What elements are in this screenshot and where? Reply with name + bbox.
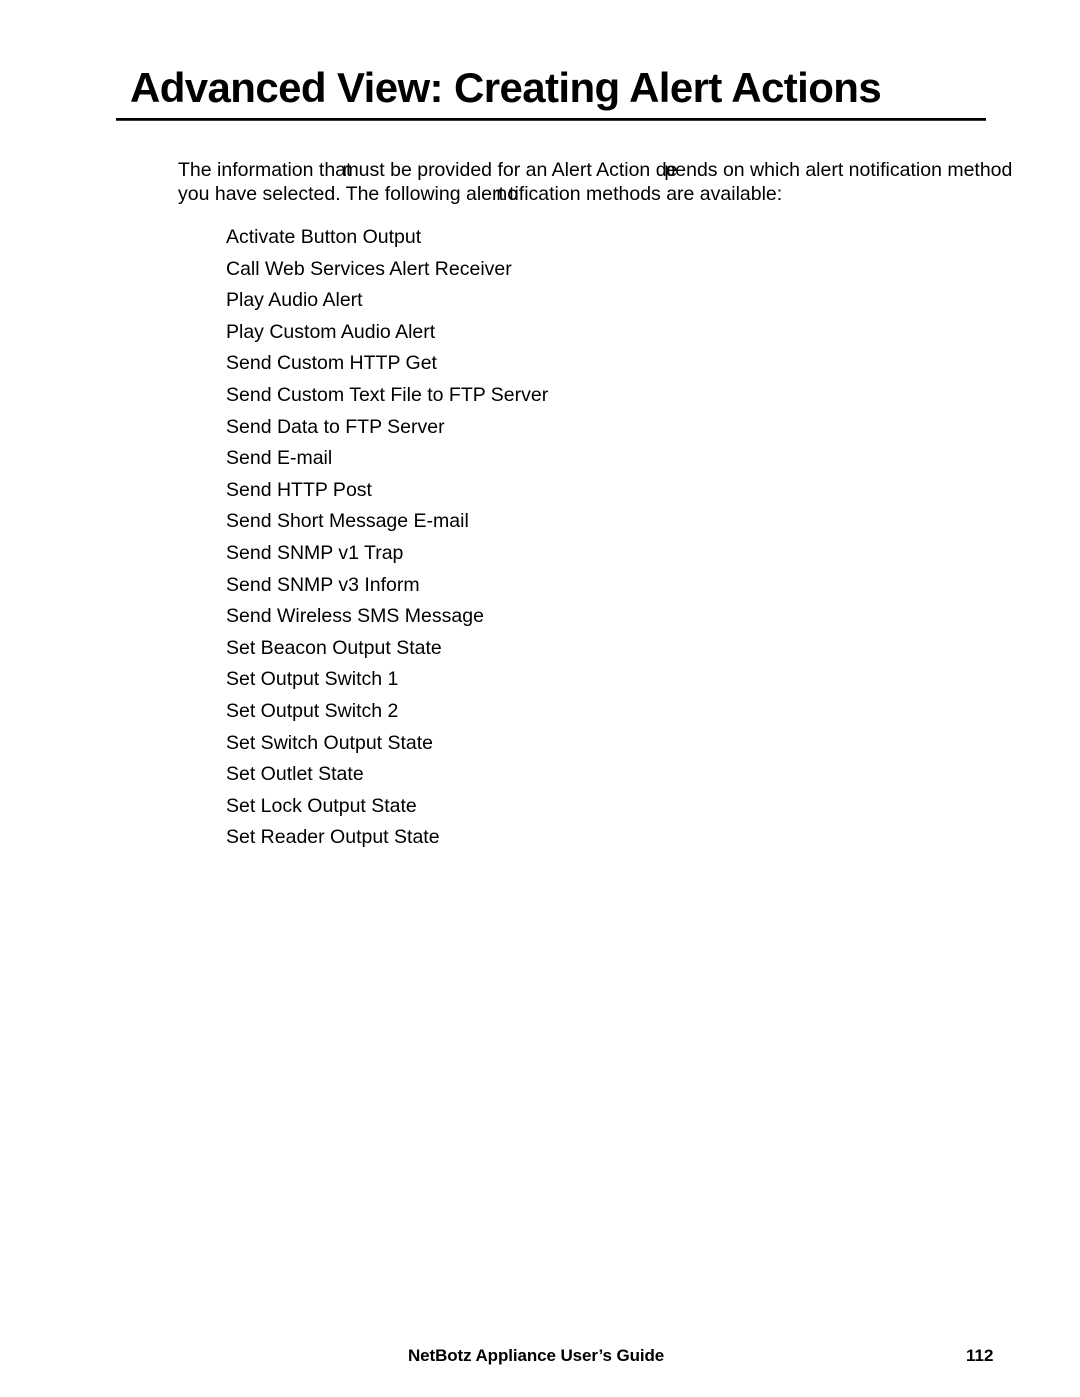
list-item: Set Beacon Output State [226, 636, 442, 659]
page-title: Advanced View: Creating Alert Actions [130, 64, 882, 111]
list-item: Send SNMP v3 Inform [226, 573, 420, 596]
title-block: Advanced View: Creating Alert Actions [116, 62, 986, 121]
footer-guide-title: NetBotz Appliance User’s Guide [408, 1346, 665, 1365]
list-item: Send Short Message E-mail [226, 510, 469, 533]
list-item: Send SNMP v1 Trap [226, 541, 404, 564]
intro-line-1-segment-a: The information that [178, 159, 352, 181]
list-item: Set Output Switch 1 [226, 668, 399, 691]
intro-line-1: The information thatmust be provided for… [178, 158, 1012, 182]
list-item: Send Custom HTTP Get [226, 352, 437, 375]
list-item: Set Switch Output State [226, 731, 434, 754]
list-item: Call Web Services Alert Receiver [226, 257, 512, 280]
list-item: Send Wireless SMS Message [226, 605, 484, 628]
list-item: Send Data to FTP Server [226, 415, 445, 438]
intro-line-2: you have selected. The following alert n… [178, 182, 1008, 206]
list-item: Send E-mail [226, 447, 333, 470]
intro-line-1-segment-d: pends on which alert notification method [664, 159, 1013, 181]
list-item: Set Reader Output State [226, 826, 440, 849]
list-item: Play Custom Audio Alert [226, 320, 436, 343]
list-item: Set Lock Output State [226, 794, 417, 817]
intro-line-2-segment-a: you have selected. The following [178, 183, 466, 205]
list-item: Set Output Switch 2 [226, 699, 399, 722]
intro-line-2-segment-d: tification methods are available: [509, 183, 783, 205]
alert-notification-method-list: Activate Button Output Call Web Services… [226, 222, 946, 854]
list-item: Set Outlet State [226, 763, 364, 786]
intro-line-1-segment-b: must be provided for an Alert Action [342, 159, 656, 181]
document-page: Advanced View: Creating Alert Actions Th… [0, 0, 1080, 1397]
list-item: Activate Button Output [226, 226, 422, 248]
list-item: Play Audio Alert [226, 289, 363, 312]
list-item: Send HTTP Post [226, 478, 372, 501]
footer-page-number: 112 [966, 1346, 994, 1365]
intro-paragraph: The information thatmust be provided for… [178, 158, 1012, 206]
list-item: Send Custom Text File to FTP Server [226, 383, 549, 406]
title-divider [116, 118, 986, 121]
page-footer: NetBotz Appliance User’s Guide 112 [0, 1346, 1080, 1372]
